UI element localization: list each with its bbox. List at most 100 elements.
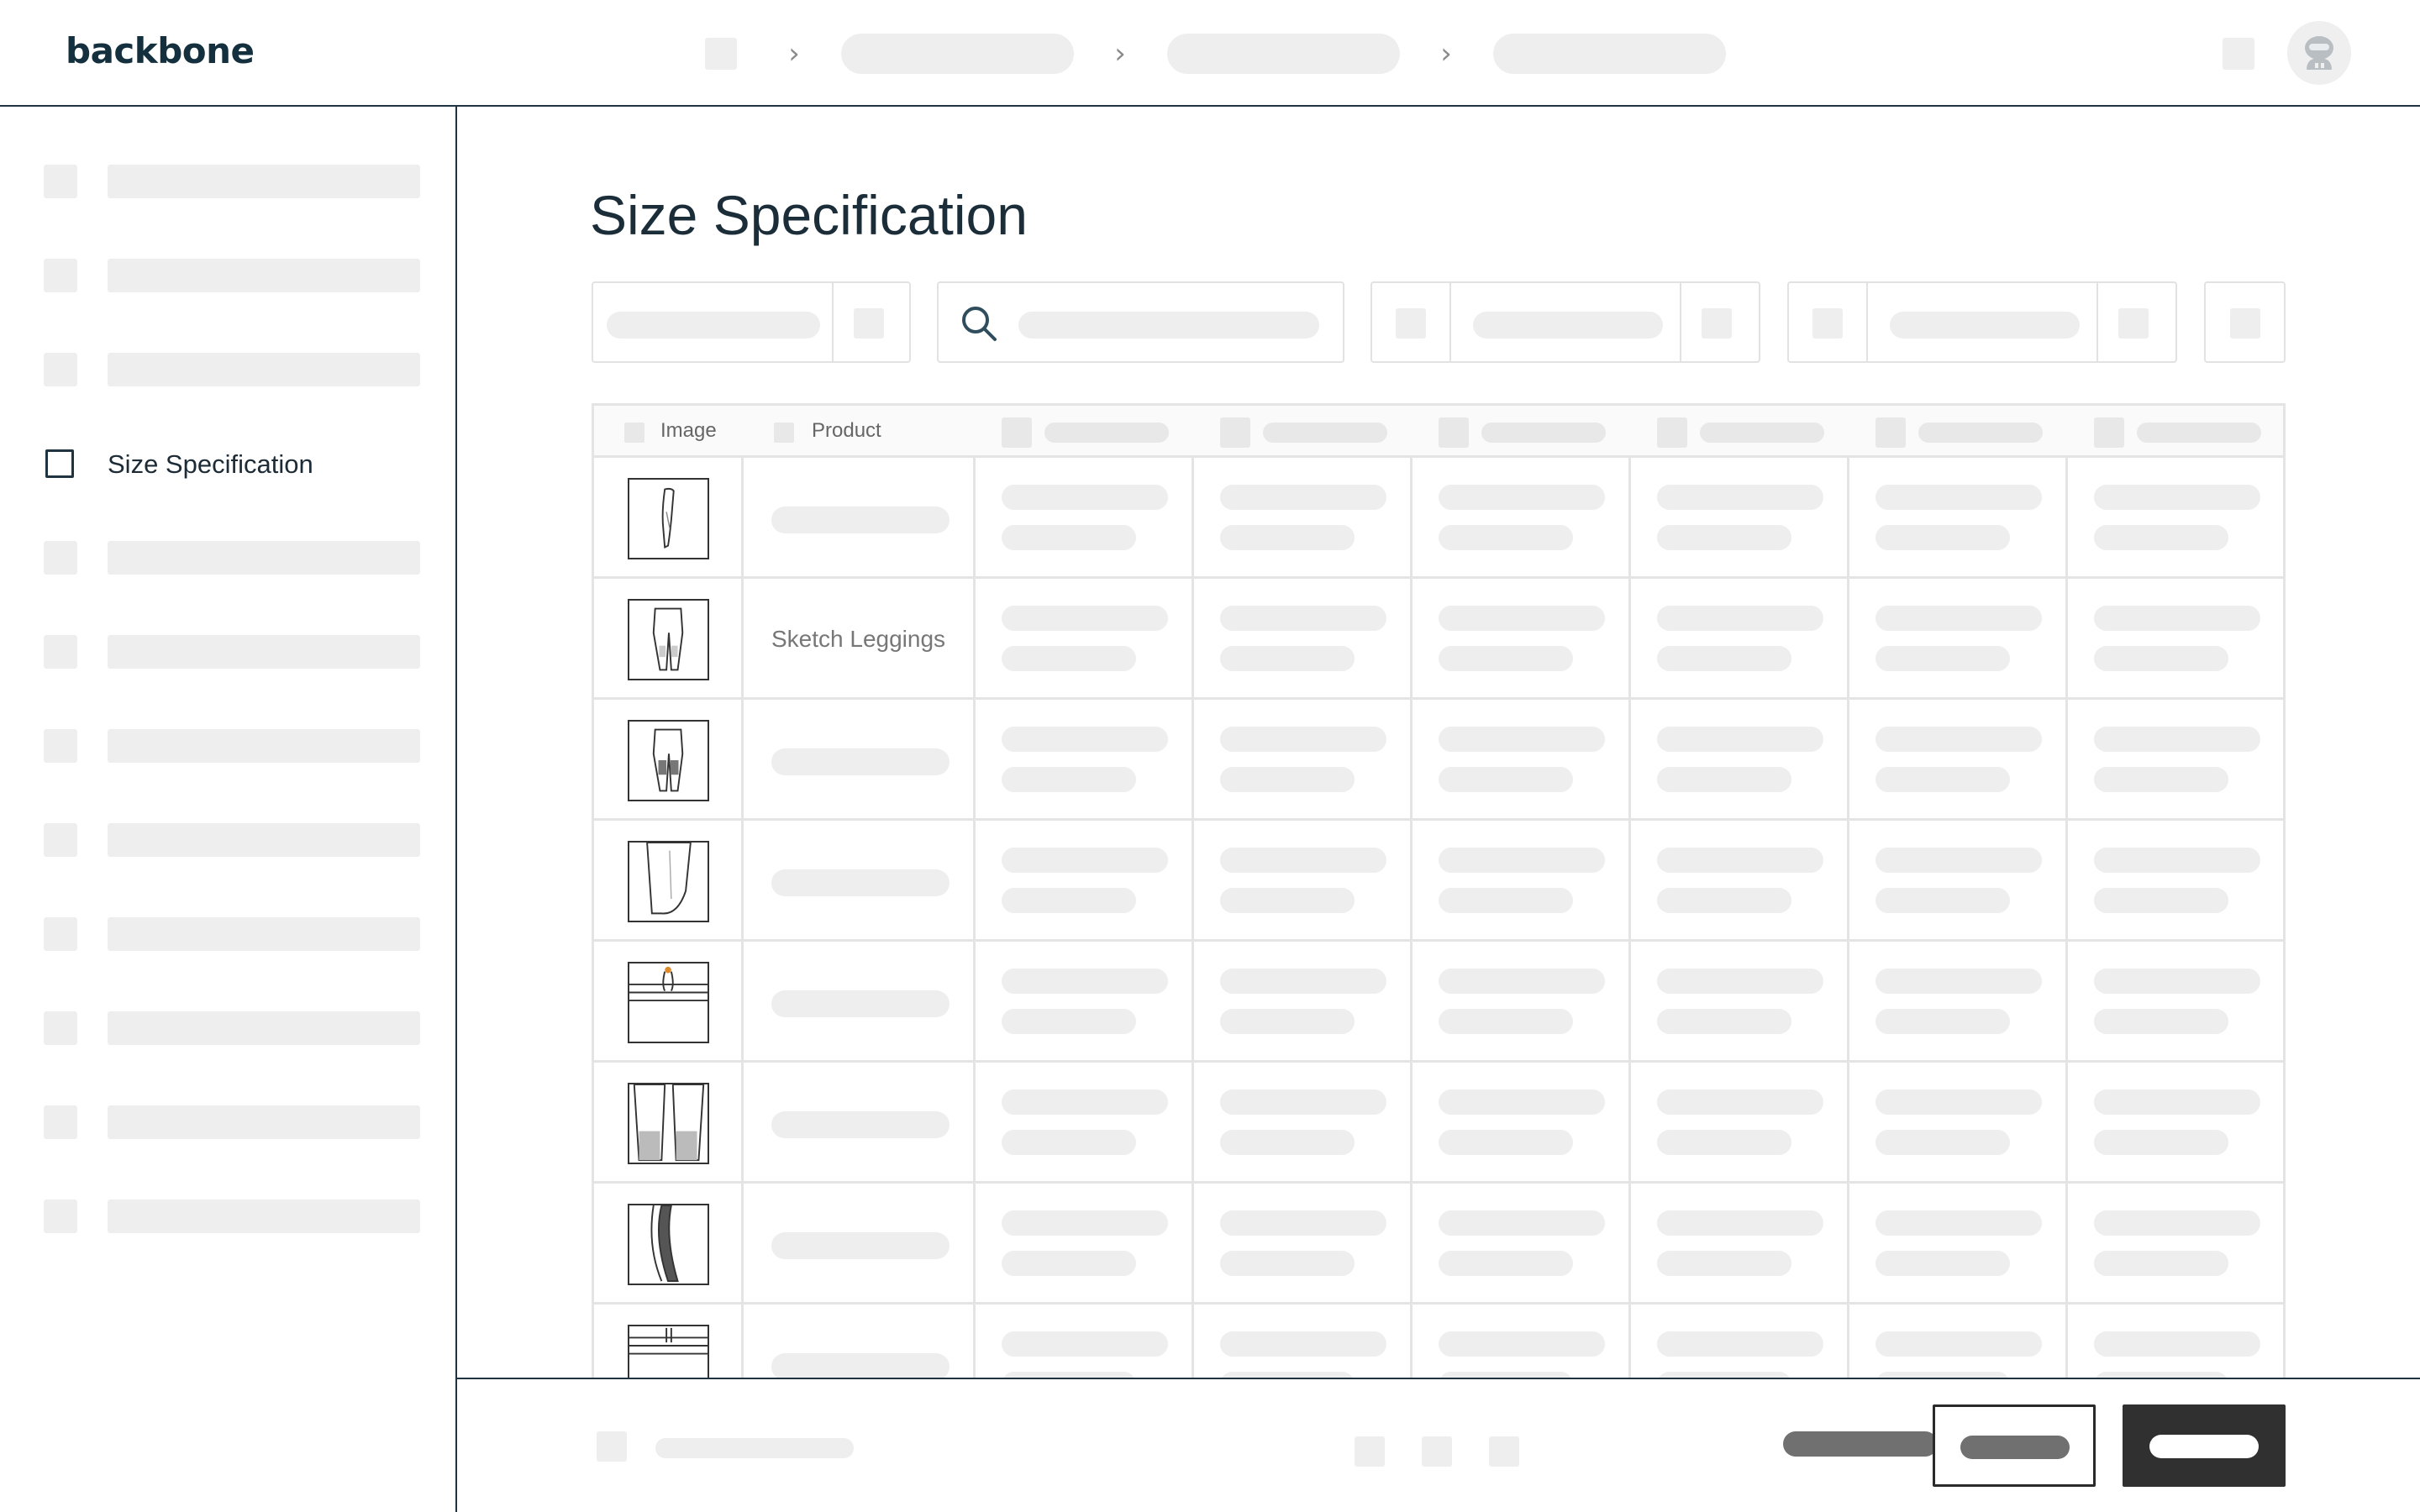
sidebar-item[interactable] xyxy=(44,1105,420,1139)
cell-value[interactable] xyxy=(1876,1210,2042,1236)
cell-value[interactable] xyxy=(2094,606,2260,631)
cell-value[interactable] xyxy=(1657,1130,1791,1155)
product-image[interactable] xyxy=(628,1083,709,1164)
product-name[interactable]: Sketch Leggings xyxy=(771,626,945,653)
pagination-prev-icon[interactable] xyxy=(1355,1436,1385,1467)
cell-value[interactable] xyxy=(2094,485,2260,510)
cell-value[interactable] xyxy=(1876,606,2042,631)
cell-value[interactable] xyxy=(1220,1331,1386,1357)
cell-value[interactable] xyxy=(1439,485,1605,510)
cell-value[interactable] xyxy=(2094,525,2228,550)
cell-value[interactable] xyxy=(1002,767,1136,792)
sidebar-item-size-specification[interactable]: Size Specification xyxy=(44,448,413,481)
cell-value[interactable] xyxy=(1876,1372,2010,1378)
cell-value[interactable] xyxy=(1220,485,1386,510)
cell-value[interactable] xyxy=(1002,1251,1136,1276)
column-header-image[interactable]: Image xyxy=(660,419,717,443)
breadcrumb-home-icon[interactable] xyxy=(705,38,737,70)
column-header[interactable] xyxy=(1481,423,1606,443)
product-image[interactable] xyxy=(628,841,709,922)
app-logo[interactable]: backbone xyxy=(66,30,255,71)
sidebar-item[interactable] xyxy=(44,823,420,857)
cell-value[interactable] xyxy=(1439,525,1573,550)
cell-value[interactable] xyxy=(1220,848,1386,873)
table-row[interactable]: Sketch Leggings xyxy=(594,579,2283,700)
cell-value[interactable] xyxy=(2094,888,2228,913)
breadcrumb-item-1[interactable] xyxy=(841,34,1074,74)
column-header[interactable] xyxy=(1044,423,1169,443)
cell-value[interactable] xyxy=(1220,1130,1355,1155)
cell-value[interactable] xyxy=(1002,969,1168,994)
table-row[interactable] xyxy=(594,1305,2283,1378)
cell-value[interactable] xyxy=(1220,525,1355,550)
cell-value[interactable] xyxy=(1002,1372,1136,1378)
cell-value[interactable] xyxy=(2094,727,2260,752)
cell-value[interactable] xyxy=(1876,1089,2042,1115)
cell-value[interactable] xyxy=(1657,525,1791,550)
cell-value[interactable] xyxy=(1439,888,1573,913)
product-name-placeholder[interactable] xyxy=(771,1111,950,1138)
cell-value[interactable] xyxy=(1439,1251,1573,1276)
cell-value[interactable] xyxy=(2094,1089,2260,1115)
cell-value[interactable] xyxy=(1876,646,2010,671)
table-row[interactable] xyxy=(594,821,2283,942)
cell-value[interactable] xyxy=(1876,969,2042,994)
column-header[interactable] xyxy=(2137,423,2261,443)
pagination-next-icon[interactable] xyxy=(1489,1436,1519,1467)
cell-value[interactable] xyxy=(1002,888,1136,913)
cell-value[interactable] xyxy=(1220,888,1355,913)
cell-value[interactable] xyxy=(1439,1331,1605,1357)
cell-value[interactable] xyxy=(1657,969,1823,994)
sidebar-item[interactable] xyxy=(44,1200,420,1233)
product-name-placeholder[interactable] xyxy=(771,507,950,533)
pagination-page-icon[interactable] xyxy=(1422,1436,1452,1467)
cell-value[interactable] xyxy=(1657,727,1823,752)
breadcrumb-item-2[interactable] xyxy=(1167,34,1400,74)
cell-value[interactable] xyxy=(1002,1130,1136,1155)
settings-button[interactable] xyxy=(2204,281,2286,363)
cell-value[interactable] xyxy=(1439,1130,1573,1155)
cell-value[interactable] xyxy=(1002,1009,1136,1034)
cell-value[interactable] xyxy=(1439,1372,1573,1378)
cell-value[interactable] xyxy=(2094,646,2228,671)
cell-value[interactable] xyxy=(1657,1251,1791,1276)
cell-value[interactable] xyxy=(1657,1331,1823,1357)
cell-value[interactable] xyxy=(1439,646,1573,671)
cell-value[interactable] xyxy=(1876,1009,2010,1034)
cell-value[interactable] xyxy=(2094,1251,2228,1276)
cell-value[interactable] xyxy=(1002,485,1168,510)
cell-value[interactable] xyxy=(1439,606,1605,631)
column-header[interactable] xyxy=(1918,423,2043,443)
product-image[interactable] xyxy=(628,599,709,680)
cell-value[interactable] xyxy=(1657,1009,1791,1034)
cell-value[interactable] xyxy=(1876,1130,2010,1155)
cell-value[interactable] xyxy=(2094,1210,2260,1236)
cell-value[interactable] xyxy=(1657,485,1823,510)
cell-value[interactable] xyxy=(1439,1089,1605,1115)
product-name-placeholder[interactable] xyxy=(771,1353,950,1378)
column-header-product[interactable]: Product xyxy=(812,419,881,443)
cell-value[interactable] xyxy=(1002,1331,1168,1357)
breadcrumb-item-3[interactable] xyxy=(1493,34,1726,74)
cell-value[interactable] xyxy=(1220,606,1386,631)
cell-value[interactable] xyxy=(1876,767,2010,792)
cell-value[interactable] xyxy=(1220,1089,1386,1115)
cell-value[interactable] xyxy=(1439,1009,1573,1034)
product-name-placeholder[interactable] xyxy=(771,869,950,896)
sidebar-item[interactable] xyxy=(44,917,420,951)
sidebar-item[interactable] xyxy=(44,259,420,292)
cell-value[interactable] xyxy=(2094,1009,2228,1034)
column-header[interactable] xyxy=(1700,423,1824,443)
primary-button[interactable] xyxy=(2123,1404,2286,1487)
cell-value[interactable] xyxy=(1002,646,1136,671)
cell-value[interactable] xyxy=(1002,848,1168,873)
table-row[interactable] xyxy=(594,1184,2283,1305)
cell-value[interactable] xyxy=(1876,1331,2042,1357)
cell-value[interactable] xyxy=(2094,1331,2260,1357)
cell-value[interactable] xyxy=(1220,1251,1355,1276)
filter-dropdown-1[interactable] xyxy=(592,281,911,363)
cell-value[interactable] xyxy=(1220,646,1355,671)
cell-value[interactable] xyxy=(1657,1372,1791,1378)
header-checkbox[interactable] xyxy=(774,423,794,443)
cell-value[interactable] xyxy=(1002,525,1136,550)
